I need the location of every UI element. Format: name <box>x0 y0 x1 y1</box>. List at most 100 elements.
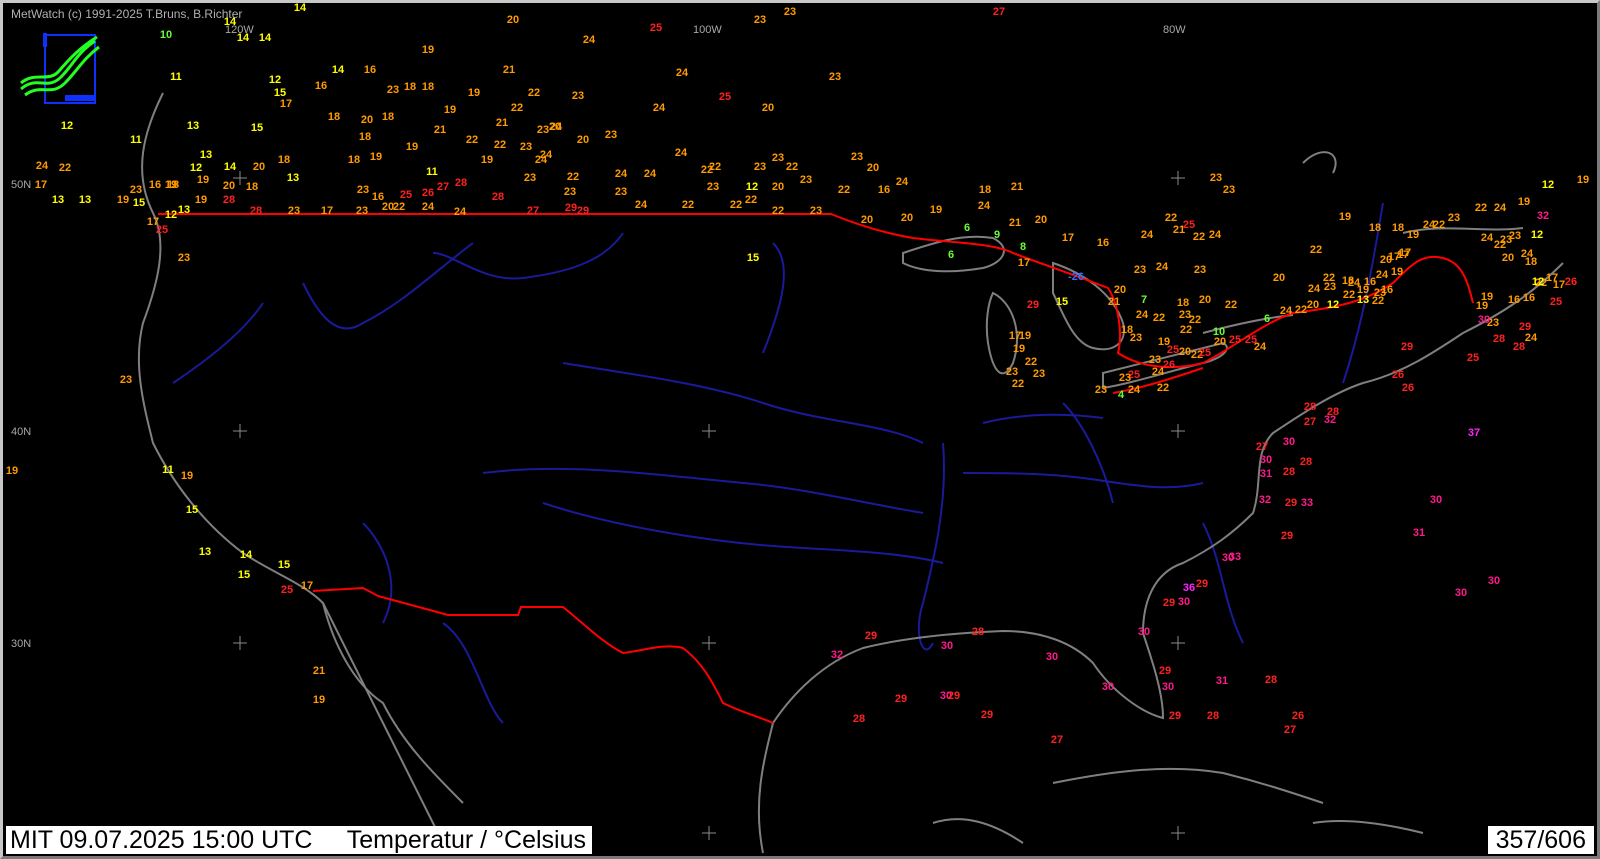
station-temperature: 30 <box>1455 587 1467 599</box>
station-temperature: 29 <box>1163 597 1175 609</box>
station-temperature: 25 <box>1199 347 1211 359</box>
station-temperature: 29 <box>1401 341 1413 353</box>
station-temperature: 23 <box>829 71 841 83</box>
station-temperature: 20 <box>1035 214 1047 226</box>
station-temperature: 19 <box>1518 196 1530 208</box>
station-temperature: 23 <box>130 184 142 196</box>
station-temperature: 20 <box>1273 272 1285 284</box>
status-bar-datetime-parameter: MIT 09.07.2025 15:00 UTC Temperatur / °C… <box>6 826 593 854</box>
station-temperature: 23 <box>1223 184 1235 196</box>
station-temperature: 12 <box>1531 229 1543 241</box>
station-temperature: 24 <box>1156 261 1169 273</box>
station-temperature: 13 <box>200 149 212 161</box>
station-temperature: 6 <box>948 249 954 261</box>
station-temperature: 29 <box>565 202 577 214</box>
station-temperature: 23 <box>1134 264 1146 276</box>
station-temperature: 29 <box>1159 665 1171 677</box>
station-temperature: 19 <box>181 470 193 482</box>
station-temperature: 22 <box>838 184 850 196</box>
station-temperature: 16 <box>1508 294 1520 306</box>
station-temperature: 23 <box>851 151 863 163</box>
station-temperature: 19 <box>1577 174 1589 186</box>
station-temperature: 28 <box>1300 456 1312 468</box>
station-temperature: 23 <box>1095 384 1107 396</box>
station-temperature: 28 <box>1283 466 1295 478</box>
station-temperature: 18 <box>348 154 360 166</box>
station-temperature: 4 <box>1118 389 1125 401</box>
station-temperature: 17 <box>280 98 292 110</box>
station-temperature: 31 <box>1216 675 1228 687</box>
station-temperature: 15 <box>238 569 250 581</box>
station-temperature: 24 <box>1152 366 1165 378</box>
station-temperature: 33 <box>1301 497 1313 509</box>
station-temperature: 16 <box>1523 292 1535 304</box>
station-temperature: 19 <box>1407 229 1419 241</box>
station-temperature: 23 <box>572 90 584 102</box>
station-temperature: 26 <box>1163 359 1175 371</box>
station-temperature: 23 <box>387 84 399 96</box>
station-temperature: 29 <box>948 690 960 702</box>
station-temperature: 24 <box>1280 305 1293 317</box>
lat-label-50n: 50N <box>11 179 31 191</box>
station-temperature: 22 <box>745 194 757 206</box>
station-temperature: 12 <box>190 162 202 174</box>
station-temperature: 29 <box>1281 530 1293 542</box>
station-temperature: 24 <box>535 154 548 166</box>
station-temperature: 26 <box>1565 276 1577 288</box>
station-temperature: 19 <box>6 465 18 477</box>
station-temperature: 19 <box>1391 266 1403 278</box>
station-temperature: 23 <box>524 172 536 184</box>
station-temperature: 29 <box>981 709 993 721</box>
station-temperature: 12 <box>1532 276 1544 288</box>
station-temperature: -26 <box>1068 271 1084 283</box>
station-temperature: 30 <box>1046 651 1058 663</box>
station-temperature: 31 <box>1413 527 1425 539</box>
station-temperature: 16 <box>149 179 161 191</box>
station-temperature: 25 <box>400 189 412 201</box>
station-temperature: 24 <box>635 199 648 211</box>
station-temperature: 18 <box>246 181 258 193</box>
station-temperature: 13 <box>187 120 199 132</box>
station-temperature: 20 <box>549 121 561 133</box>
station-temperature: 20 <box>1179 346 1191 358</box>
station-temperature: 19 <box>930 204 942 216</box>
station-temperature: 23 <box>800 174 812 186</box>
station-temperature: 30 <box>1102 681 1114 693</box>
station-temperature: 36 <box>1183 582 1195 594</box>
station-temperature: 20 <box>507 14 519 26</box>
station-temperature: 21 <box>496 117 508 129</box>
station-temperature: 25 <box>1550 296 1562 308</box>
station-temperature: 22 <box>786 161 798 173</box>
station-temperature: 28 <box>1513 341 1525 353</box>
station-temperature: 16 <box>1097 237 1109 249</box>
station-temperature: 12 <box>165 209 177 221</box>
station-temperature: 14 <box>240 549 253 561</box>
station-temperature: 29 <box>1027 299 1039 311</box>
lat-label-30n: 30N <box>11 638 31 650</box>
station-temperature: 24 <box>583 34 596 46</box>
lon-label-100w: 100W <box>693 24 722 36</box>
station-temperature: 23 <box>520 141 532 153</box>
station-temperature: 23 <box>1210 172 1222 184</box>
station-temperature: 24 <box>422 201 435 213</box>
station-temperature: 22 <box>1310 244 1322 256</box>
station-temperature: 12 <box>1327 299 1339 311</box>
station-temperature: 12 <box>61 120 73 132</box>
station-temperature: 17 <box>301 580 313 592</box>
station-temperature: 28 <box>223 194 235 206</box>
station-temperature: 23 <box>537 124 549 136</box>
station-temperature: 30 <box>1260 454 1272 466</box>
station-temperature: 15 <box>251 122 263 134</box>
station-temperature: 6 <box>1264 313 1270 325</box>
station-temperature: 27 <box>437 181 449 193</box>
station-temperature: 22 <box>494 139 506 151</box>
station-temperature: 24 <box>1136 309 1149 321</box>
station-temperature: 20 <box>577 134 589 146</box>
station-temperature: 22 <box>59 162 71 174</box>
station-temperature: 20 <box>223 180 235 192</box>
station-temperature: 11 <box>162 464 174 476</box>
station-temperature: 18 <box>1525 256 1537 268</box>
station-temperature: 19 <box>313 694 325 706</box>
station-temperature: 20 <box>1214 336 1226 348</box>
station-temperature: 20 <box>1199 294 1211 306</box>
